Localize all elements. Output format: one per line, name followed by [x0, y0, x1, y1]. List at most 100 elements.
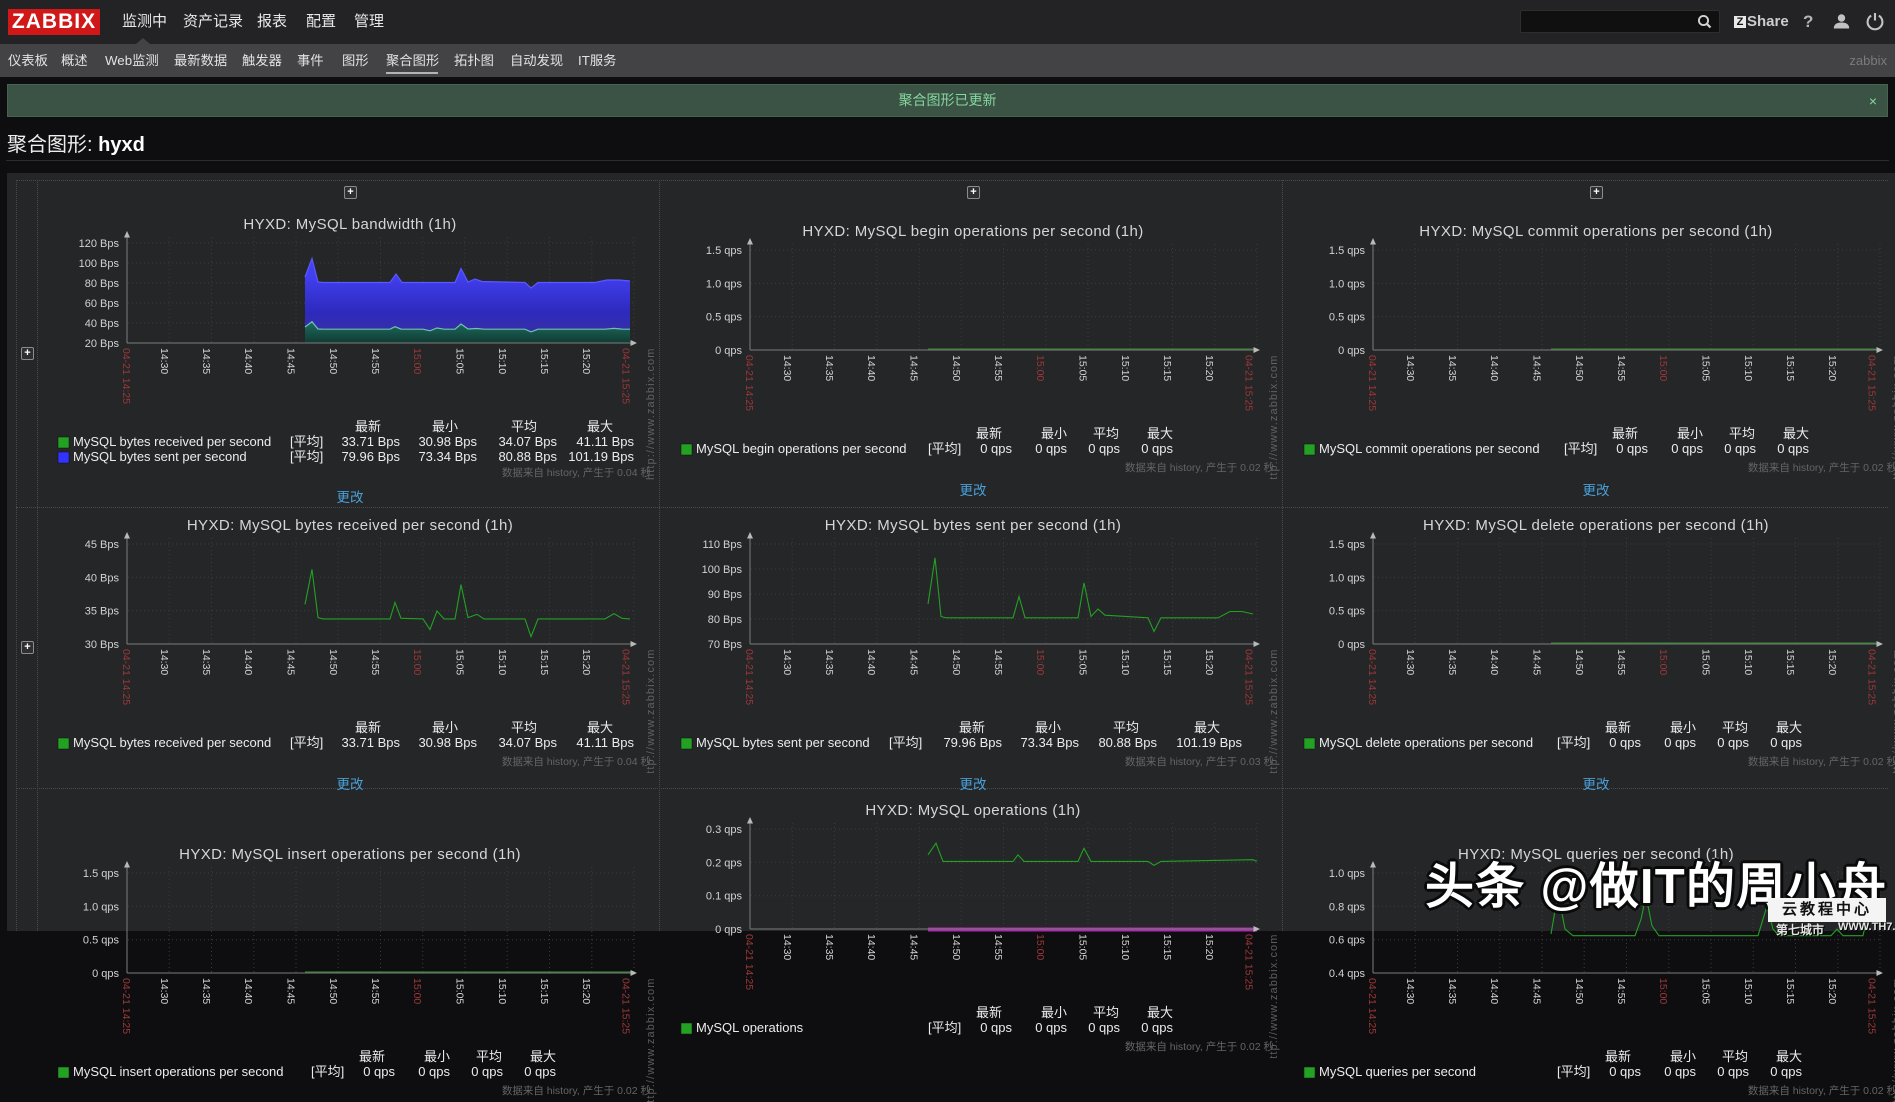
svg-text:15:10: 15:10: [496, 978, 508, 1004]
svg-text:04-21 15:25: 04-21 15:25: [1243, 649, 1255, 705]
svg-text:04-21 15:25: 04-21 15:25: [1243, 934, 1255, 990]
svg-text:04-21 14:25: 04-21 14:25: [1366, 649, 1378, 705]
svg-text:15:00: 15:00: [1657, 355, 1669, 381]
svg-text:14:55: 14:55: [992, 649, 1004, 675]
svg-text:80.88 Bps: 80.88 Bps: [1098, 735, 1157, 750]
svg-text:15:10: 15:10: [1119, 934, 1131, 960]
svg-text:1.0 qps: 1.0 qps: [1329, 572, 1366, 584]
svg-text:http://www.zabbix.com: http://www.zabbix.com: [645, 648, 657, 773]
svg-text:15:15: 15:15: [538, 978, 550, 1004]
svg-text:14:55: 14:55: [992, 355, 1004, 381]
svg-text:14:40: 14:40: [1488, 649, 1500, 675]
svg-text:14:35: 14:35: [1446, 649, 1458, 675]
svg-text:14:40: 14:40: [242, 348, 254, 374]
svg-text:15:05: 15:05: [1700, 649, 1712, 675]
svg-text:0 qps: 0 qps: [1609, 735, 1641, 750]
svg-text:14:45: 14:45: [908, 649, 920, 675]
svg-text:0 qps: 0 qps: [1777, 441, 1809, 456]
svg-text:HYXD: MySQL delete operations: HYXD: MySQL delete operations per second…: [1423, 517, 1769, 534]
svg-text:[平均]: [平均]: [928, 441, 961, 456]
svg-text:HYXD: MySQL bytes sent per sec: HYXD: MySQL bytes sent per second (1h): [825, 517, 1121, 534]
svg-text:60 Bps: 60 Bps: [85, 298, 120, 310]
svg-text:MySQL bytes sent per second: MySQL bytes sent per second: [696, 735, 870, 750]
svg-text:HYXD: MySQL begin operations p: HYXD: MySQL begin operations per second …: [802, 223, 1143, 240]
svg-text:HYXD: MySQL operations (1h): HYXD: MySQL operations (1h): [865, 802, 1080, 819]
svg-text:0.1 qps: 0.1 qps: [706, 891, 743, 903]
svg-text:15:20: 15:20: [1826, 355, 1838, 381]
svg-text:0 qps: 0 qps: [1664, 735, 1696, 750]
svg-text:HYXD: MySQL bandwidth (1h): HYXD: MySQL bandwidth (1h): [243, 216, 456, 233]
svg-text:HYXD: MySQL commit operations: HYXD: MySQL commit operations per second…: [1419, 223, 1772, 240]
svg-text:14:35: 14:35: [1446, 355, 1458, 381]
svg-text:14:30: 14:30: [781, 649, 793, 675]
svg-text:15:20: 15:20: [1203, 649, 1215, 675]
svg-text:14:40: 14:40: [1488, 978, 1500, 1004]
svg-text:110 Bps: 110 Bps: [702, 539, 742, 551]
svg-text:0 qps: 0 qps: [1717, 1064, 1749, 1079]
svg-text:40 Bps: 40 Bps: [85, 318, 120, 330]
svg-text:0 qps: 0 qps: [1609, 1064, 1641, 1079]
svg-text:1.5 qps: 1.5 qps: [1329, 245, 1366, 257]
svg-text:34.07 Bps: 34.07 Bps: [498, 735, 557, 750]
svg-text:14:45: 14:45: [285, 978, 297, 1004]
svg-text:数据来自 history, 产生于 0.04 秒: 数据来自 history, 产生于 0.04 秒: [502, 466, 652, 479]
svg-text:http://www.zabbix.com: http://www.zabbix.com: [645, 977, 657, 1102]
svg-text:14:50: 14:50: [950, 649, 962, 675]
svg-text:MySQL delete operations per se: MySQL delete operations per second: [1319, 735, 1533, 750]
svg-text:最新: 最新: [1605, 1049, 1631, 1064]
svg-text:0 qps: 0 qps: [1035, 441, 1067, 456]
svg-text:数据来自 history, 产生于 0.02 秒: 数据来自 history, 产生于 0.02 秒: [1125, 1040, 1275, 1053]
svg-text:35 Bps: 35 Bps: [85, 606, 120, 618]
svg-text:MySQL insert operations per se: MySQL insert operations per second: [73, 1064, 284, 1079]
svg-text:04-21 14:25: 04-21 14:25: [120, 348, 132, 404]
svg-text:0.5 qps: 0.5 qps: [83, 935, 120, 947]
svg-text:15:20: 15:20: [1826, 649, 1838, 675]
svg-text:最大: 最大: [1783, 426, 1809, 441]
svg-text:15:05: 15:05: [1077, 649, 1089, 675]
svg-text:04-21 14:25: 04-21 14:25: [120, 978, 132, 1034]
svg-text:平均: 平均: [1722, 1049, 1748, 1064]
svg-text:15:15: 15:15: [1161, 934, 1173, 960]
svg-text:最新: 最新: [1612, 426, 1638, 441]
svg-text:14:55: 14:55: [369, 348, 381, 374]
svg-text:http://www.zabbix.com: http://www.zabbix.com: [645, 347, 657, 480]
svg-text:1.0 qps: 1.0 qps: [1329, 278, 1366, 290]
svg-text:最新: 最新: [1605, 720, 1631, 735]
svg-text:0 qps: 0 qps: [980, 1020, 1012, 1035]
svg-text:MySQL bytes received per secon: MySQL bytes received per second: [73, 434, 271, 449]
svg-text:MySQL bytes received per secon: MySQL bytes received per second: [73, 735, 271, 750]
svg-text:14:30: 14:30: [1404, 978, 1416, 1004]
svg-text:0.2 qps: 0.2 qps: [706, 857, 743, 869]
svg-text:[平均]: [平均]: [928, 1020, 961, 1035]
svg-text:0.6 qps: 0.6 qps: [1329, 935, 1366, 947]
svg-text:0 qps: 0 qps: [92, 968, 119, 980]
svg-text:14:30: 14:30: [158, 649, 170, 675]
svg-text:0 qps: 0 qps: [1671, 441, 1703, 456]
svg-text:15:10: 15:10: [1742, 355, 1754, 381]
svg-text:15:05: 15:05: [1077, 934, 1089, 960]
svg-text:0 qps: 0 qps: [1770, 735, 1802, 750]
svg-text:30 Bps: 30 Bps: [85, 639, 120, 651]
svg-text:平均: 平均: [511, 720, 537, 735]
svg-text:数据来自 history, 产生于 0.02 秒: 数据来自 history, 产生于 0.02 秒: [1748, 755, 1895, 768]
svg-text:15:15: 15:15: [1161, 355, 1173, 381]
svg-text:0 qps: 0 qps: [980, 441, 1012, 456]
svg-text:数据来自 history, 产生于 0.03 秒: 数据来自 history, 产生于 0.03 秒: [1125, 755, 1275, 768]
svg-text:MySQL begin operations per sec: MySQL begin operations per second: [696, 441, 907, 456]
svg-text:04-21 15:25: 04-21 15:25: [620, 978, 632, 1034]
svg-text:15:00: 15:00: [1034, 934, 1046, 960]
svg-text:最小: 最小: [432, 720, 458, 735]
svg-text:70 Bps: 70 Bps: [708, 639, 743, 651]
svg-text:最新: 最新: [359, 1049, 385, 1064]
svg-text:最小: 最小: [1041, 426, 1067, 441]
svg-text:15:05: 15:05: [454, 978, 466, 1004]
svg-text:14:30: 14:30: [1404, 649, 1416, 675]
svg-text:14:30: 14:30: [1404, 355, 1416, 381]
svg-text:0.5 qps: 0.5 qps: [1329, 606, 1366, 618]
svg-text:15:15: 15:15: [1784, 978, 1796, 1004]
svg-text:15:15: 15:15: [1784, 649, 1796, 675]
svg-text:数据来自 history, 产生于 0.02 秒: 数据来自 history, 产生于 0.02 秒: [502, 1084, 652, 1097]
svg-text:14:40: 14:40: [865, 355, 877, 381]
svg-text:1.5 qps: 1.5 qps: [1329, 539, 1366, 551]
svg-text:0 qps: 0 qps: [1035, 1020, 1067, 1035]
